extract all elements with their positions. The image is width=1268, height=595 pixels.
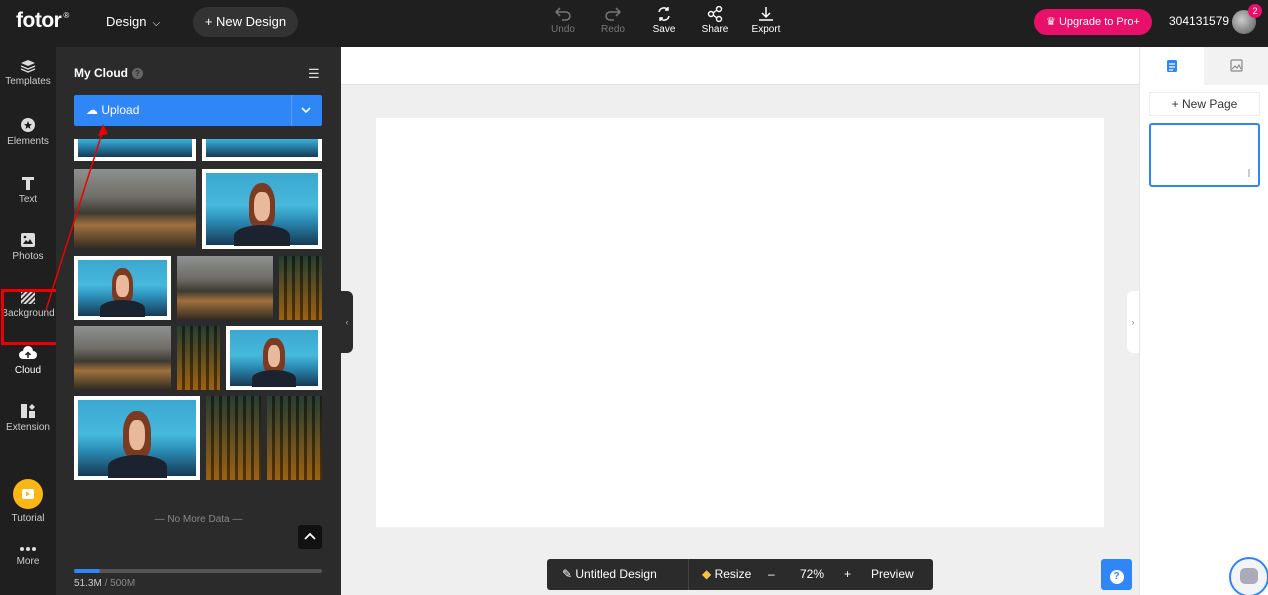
cloud-highlight-frame xyxy=(1,289,59,345)
storage-bar-fill xyxy=(74,569,100,573)
help-button[interactable]: ? xyxy=(1101,559,1132,590)
export-icon xyxy=(759,7,773,21)
cloud-image-thumb[interactable] xyxy=(267,396,322,480)
nav-extension[interactable]: Extension xyxy=(0,403,56,433)
cloud-upload-icon xyxy=(19,346,37,359)
photos-icon xyxy=(21,233,35,247)
resize-button[interactable]: ◆ Resize xyxy=(702,567,751,581)
collapse-right-panel-button[interactable]: › xyxy=(1127,291,1139,353)
page-thumbnail[interactable] xyxy=(1149,123,1260,187)
cloud-image-thumb[interactable] xyxy=(226,326,322,390)
more-icon xyxy=(20,547,36,551)
zoom-in-button[interactable]: + xyxy=(844,567,851,581)
design-canvas[interactable] xyxy=(376,118,1104,527)
new-page-button[interactable]: + New Page xyxy=(1149,92,1260,116)
nav-tutorial[interactable]: Tutorial xyxy=(0,479,56,524)
cloud-image-thumb[interactable] xyxy=(202,169,322,249)
chevron-down-icon: ⌵ xyxy=(152,18,161,29)
redo-button[interactable]: Redo xyxy=(593,6,633,35)
canvas-top-strip xyxy=(341,47,1139,85)
tab-pages[interactable] xyxy=(1140,47,1204,85)
upload-divider xyxy=(291,95,292,126)
export-button[interactable]: Export xyxy=(746,6,786,35)
diamond-icon: ◆ xyxy=(702,567,715,581)
nav-photos[interactable]: Photos xyxy=(0,232,56,262)
fotor-logo[interactable]: fotor ® xyxy=(16,9,69,33)
undo-icon xyxy=(554,7,571,21)
zoom-level[interactable]: 72% xyxy=(800,567,824,581)
right-panel: + New Page xyxy=(1139,47,1268,595)
tutorial-icon xyxy=(13,479,43,509)
nav-more[interactable]: More xyxy=(0,545,56,567)
elements-icon xyxy=(21,118,35,132)
undo-button[interactable]: Undo xyxy=(543,6,583,35)
cloud-image-thumb[interactable] xyxy=(177,256,273,320)
cloud-image-thumb[interactable] xyxy=(74,326,171,390)
my-cloud-panel: My Cloud? ☰ ☁ Upload — No More Data — 51… xyxy=(56,47,341,595)
upload-button[interactable]: ☁ Upload xyxy=(74,95,322,126)
image-icon xyxy=(1230,59,1243,72)
tab-layers[interactable] xyxy=(1204,47,1268,85)
cloud-image-thumb[interactable] xyxy=(177,326,220,390)
cloud-image-thumb[interactable] xyxy=(279,256,322,320)
new-design-button[interactable]: + New Design xyxy=(193,7,298,37)
panel-title: My Cloud? xyxy=(74,66,143,80)
cloud-upload-icon: ☁ xyxy=(86,103,102,117)
user-id[interactable]: 304131579 xyxy=(1169,14,1229,28)
text-icon xyxy=(22,177,34,190)
cloud-image-thumb[interactable] xyxy=(74,139,196,161)
cloud-image-thumb[interactable] xyxy=(74,256,171,320)
redo-icon xyxy=(605,7,622,21)
nav-cloud[interactable]: Cloud xyxy=(0,346,56,376)
scroll-to-top-button[interactable] xyxy=(298,525,322,549)
nav-elements[interactable]: Elements xyxy=(0,117,56,147)
rename-design-button[interactable]: ✎ Untitled Design xyxy=(562,567,657,581)
pencil-icon: ✎ xyxy=(562,567,576,581)
save-button[interactable]: Save xyxy=(644,6,684,35)
design-menu[interactable]: Design ⌵ xyxy=(106,14,160,29)
preview-button[interactable]: Preview xyxy=(871,567,914,581)
crown-icon: ♛ xyxy=(1046,16,1059,28)
panel-menu-icon[interactable]: ☰ xyxy=(308,66,320,82)
page-thumb-scroll xyxy=(1248,169,1250,177)
chevron-up-icon xyxy=(304,532,316,540)
cloud-thumbnails xyxy=(74,139,322,485)
notification-badge[interactable]: 2 xyxy=(1248,4,1262,18)
question-icon: ? xyxy=(1109,570,1124,584)
chevron-down-icon[interactable] xyxy=(300,104,312,116)
page-icon xyxy=(1167,60,1177,72)
storage-bar xyxy=(74,569,322,573)
zoom-out-button[interactable]: – xyxy=(768,567,775,581)
save-icon xyxy=(658,7,670,21)
storage-text: 51.3M / 500M xyxy=(74,578,136,589)
no-more-data-text: — No More Data — xyxy=(154,514,243,525)
upgrade-button[interactable]: ♛ Upgrade to Pro+ xyxy=(1034,9,1152,35)
nav-templates[interactable]: Templates xyxy=(0,59,56,87)
help-icon[interactable]: ? xyxy=(132,68,143,80)
toolbar-divider xyxy=(688,559,689,590)
chat-bot-avatar[interactable] xyxy=(1229,557,1268,595)
bottom-toolbar: ✎ Untitled Design ◆ Resize – 72% + Previ… xyxy=(547,559,933,590)
top-bar: fotor ® Design ⌵ + New Design Undo Redo Sa… xyxy=(0,0,1268,47)
robot-icon xyxy=(1240,568,1258,584)
collapse-panel-button[interactable]: ‹ xyxy=(341,291,353,353)
templates-icon xyxy=(20,60,36,73)
cloud-image-thumb[interactable] xyxy=(74,396,200,480)
cloud-image-thumb[interactable] xyxy=(202,139,322,161)
share-icon xyxy=(707,6,723,22)
cloud-image-thumb[interactable] xyxy=(206,396,261,480)
cloud-image-thumb[interactable] xyxy=(74,169,196,249)
extension-icon xyxy=(21,404,35,418)
nav-text[interactable]: Text xyxy=(0,175,56,205)
share-button[interactable]: Share xyxy=(695,6,735,35)
